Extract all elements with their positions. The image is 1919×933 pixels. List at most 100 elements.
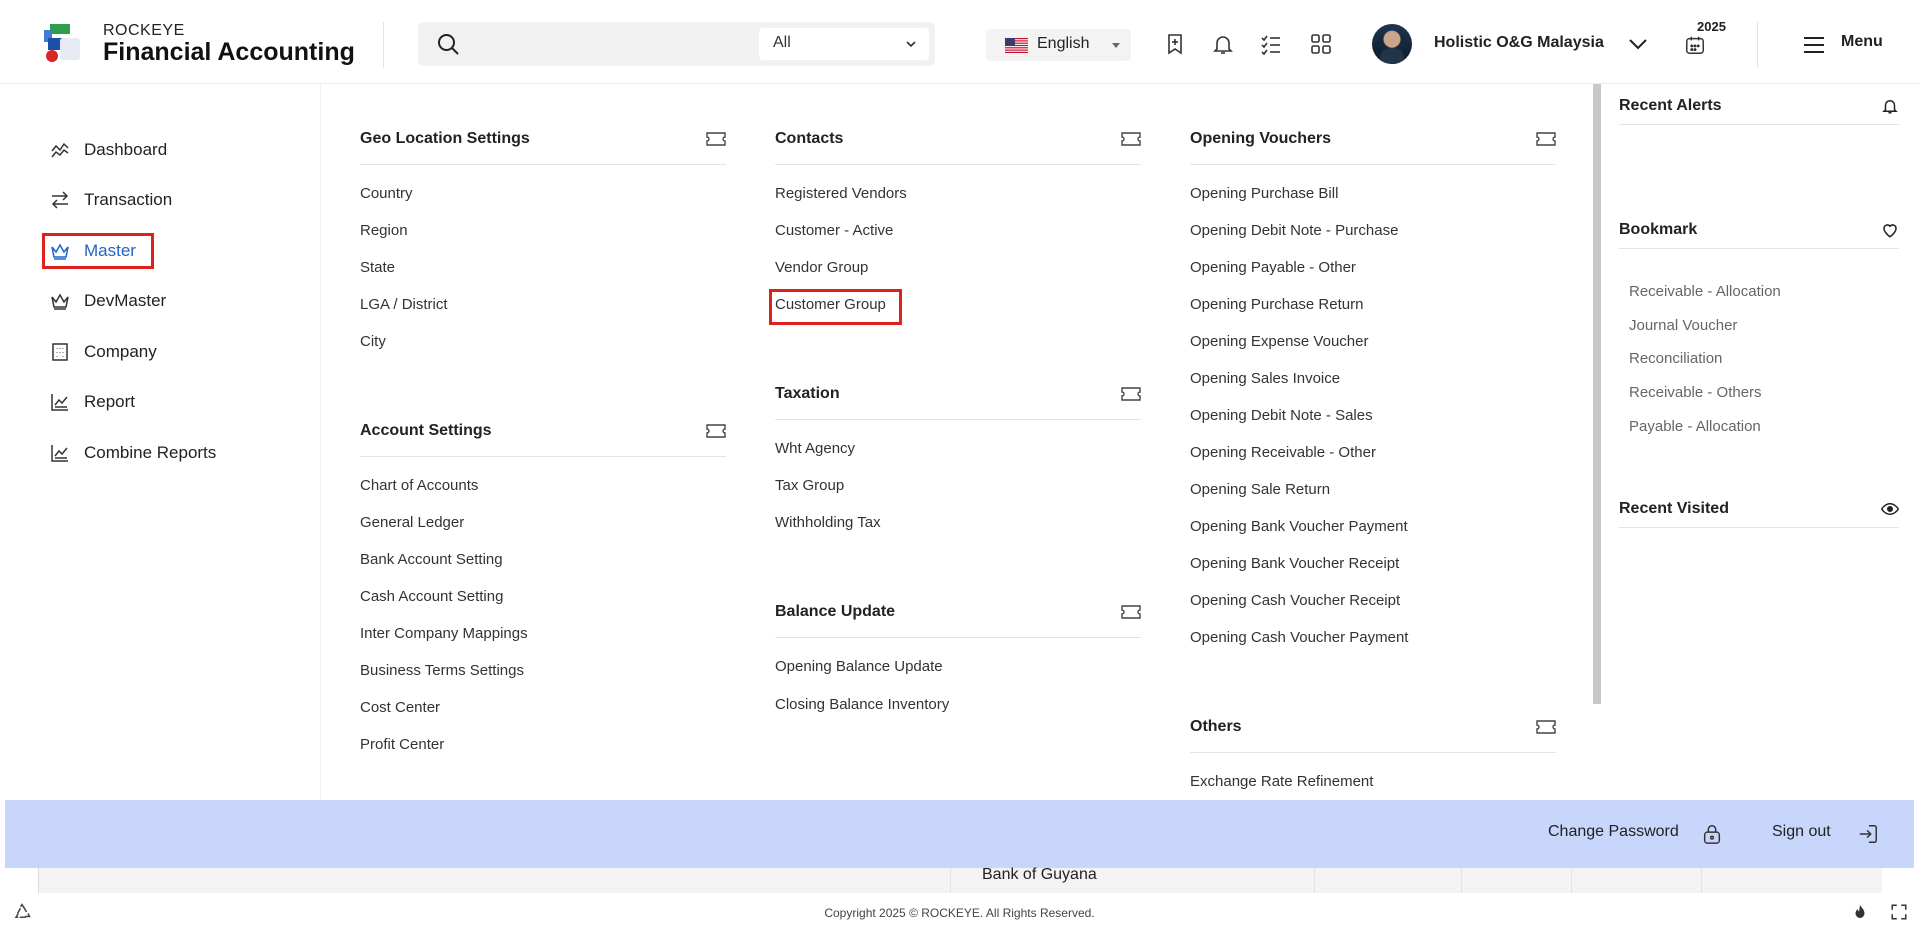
nav-item-company[interactable]: Company [50,337,157,367]
menu-link-region[interactable]: Region [360,222,408,239]
account-footer-bar: Change Password Sign out [5,800,1914,868]
menu-link-country[interactable]: Country [360,185,413,202]
us-flag-icon [1005,38,1028,53]
company-name[interactable]: Holistic O&G Malaysia [1434,34,1604,52]
fiscal-year[interactable]: 2025 [1697,19,1726,34]
menu-link-cost-center[interactable]: Cost Center [360,699,440,716]
menu-link-opening-debit-note-purchase[interactable]: Opening Debit Note - Purchase [1190,222,1398,239]
menu-link-exchange-rate-refinement[interactable]: Exchange Rate Refinement [1190,773,1373,790]
add-bookmark-icon[interactable] [1163,32,1187,56]
menu-link-vendor-group[interactable]: Vendor Group [775,259,868,276]
menu-link-inter-company-mappings[interactable]: Inter Company Mappings [360,625,528,642]
ticket-icon[interactable] [1121,386,1141,402]
lock-icon[interactable] [1701,823,1723,845]
menu-link-opening-cash-voucher-payment[interactable]: Opening Cash Voucher Payment [1190,629,1408,646]
menu-link-registered-vendors[interactable]: Registered Vendors [775,185,907,202]
bookmark-item[interactable]: Payable - Allocation [1629,418,1761,435]
fire-icon[interactable] [1851,903,1869,921]
sign-out-button[interactable]: Sign out [1772,823,1831,841]
nav-item-transaction[interactable]: Transaction [50,185,172,215]
menu-link-bank-account-setting[interactable]: Bank Account Setting [360,551,503,568]
menu-link-customer-active[interactable]: Customer - Active [775,222,893,239]
menu-link-opening-sales-invoice[interactable]: Opening Sales Invoice [1190,370,1340,387]
ticket-icon[interactable] [1536,719,1556,735]
task-list-icon[interactable] [1259,32,1283,56]
hamburger-menu-icon[interactable] [1802,33,1826,57]
calendar-icon[interactable] [1684,34,1706,56]
language-value: English [1037,35,1090,52]
section-header-taxation: Taxation [775,380,1141,420]
menu-link-withholding-tax[interactable]: Withholding Tax [775,514,881,531]
menu-link-opening-purchase-return[interactable]: Opening Purchase Return [1190,296,1363,313]
menu-link-cash-account-setting[interactable]: Cash Account Setting [360,588,503,605]
avatar[interactable] [1372,24,1412,64]
right-panel: Recent Alerts Bookmark Receivable - Allo… [1601,84,1919,800]
ticket-icon[interactable] [1121,604,1141,620]
bookmark-item[interactable]: Journal Voucher [1629,317,1737,334]
menu-link-opening-expense-voucher[interactable]: Opening Expense Voucher [1190,333,1368,350]
panel-title: Recent Alerts [1619,97,1722,114]
table-cell [39,868,951,893]
menu-link-opening-payable-other[interactable]: Opening Payable - Other [1190,259,1356,276]
ticket-icon[interactable] [1121,131,1141,147]
rockeye-logo[interactable] [44,24,84,64]
bookmark-item[interactable]: Reconciliation [1629,350,1722,367]
ticket-icon[interactable] [1536,131,1556,147]
menu-link-opening-bank-voucher-payment[interactable]: Opening Bank Voucher Payment [1190,518,1408,535]
chart-line-icon [51,142,69,158]
menu-link-opening-receivable-other[interactable]: Opening Receivable - Other [1190,444,1376,461]
nav-label: Combine Reports [84,443,217,462]
nav-item-devmaster[interactable]: DevMaster [50,286,166,316]
menu-link-state[interactable]: State [360,259,395,276]
menu-link-opening-purchase-bill[interactable]: Opening Purchase Bill [1190,185,1338,202]
ticket-icon[interactable] [706,131,726,147]
bookmark-item[interactable]: Receivable - Others [1629,384,1762,401]
section-title: Balance Update [775,603,896,620]
fullscreen-icon[interactable] [1890,903,1908,921]
app-title: Financial Accounting [103,38,355,66]
section-header-opening-vouchers: Opening Vouchers [1190,125,1556,165]
eye-icon[interactable] [1881,500,1899,518]
menu-link-opening-cash-voucher-receipt[interactable]: Opening Cash Voucher Receipt [1190,592,1400,609]
menu-link-opening-sale-return[interactable]: Opening Sale Return [1190,481,1330,498]
apps-grid-icon[interactable] [1309,32,1333,56]
menu-link-closing-balance-inventory[interactable]: Closing Balance Inventory [775,696,949,713]
table-cell [1315,868,1462,893]
chevron-down-icon[interactable] [1626,32,1650,56]
menu-link-chart-of-accounts[interactable]: Chart of Accounts [360,477,478,494]
scrollbar[interactable] [1593,84,1601,704]
panel-title: Recent Visited [1619,500,1729,517]
menu-link-general-ledger[interactable]: General Ledger [360,514,464,531]
language-select[interactable]: English [986,29,1131,61]
menu-link-profit-center[interactable]: Profit Center [360,736,444,753]
menu-link-lga-district[interactable]: LGA / District [360,296,448,313]
menu-link-business-terms-settings[interactable]: Business Terms Settings [360,662,524,679]
left-navigation: Dashboard Transaction Master DevMaster C… [0,84,320,800]
nav-item-combine-reports[interactable]: Combine Reports [50,438,216,468]
ticket-icon[interactable] [706,423,726,439]
menu-link-opening-debit-note-sales[interactable]: Opening Debit Note - Sales [1190,407,1373,424]
search-scope-value: All [773,34,791,51]
heart-icon[interactable] [1881,221,1899,239]
menu-button[interactable]: Menu [1841,33,1883,51]
bell-icon[interactable] [1881,97,1899,115]
header-divider [383,22,384,68]
bookmark-item[interactable]: Receivable - Allocation [1629,283,1781,300]
section-header-balance-update: Balance Update [775,598,1141,638]
nav-item-dashboard[interactable]: Dashboard [50,135,167,165]
menu-link-wht-agency[interactable]: Wht Agency [775,440,855,457]
change-password-button[interactable]: Change Password [1548,823,1679,841]
search-scope-select[interactable]: All [759,28,929,60]
menu-link-opening-balance-update[interactable]: Opening Balance Update [775,658,943,675]
menu-link-tax-group[interactable]: Tax Group [775,477,844,494]
background-table-row [38,868,1882,893]
nav-item-report[interactable]: Report [50,387,135,417]
menu-link-opening-bank-voucher-receipt[interactable]: Opening Bank Voucher Receipt [1190,555,1399,572]
menu-link-city[interactable]: City [360,333,386,350]
section-header-contacts: Contacts [775,125,1141,165]
search-icon[interactable] [436,32,460,56]
bell-icon[interactable] [1211,32,1235,56]
sign-out-icon[interactable] [1857,823,1879,845]
chevron-down-icon [906,41,916,48]
search-input[interactable] [472,30,772,58]
